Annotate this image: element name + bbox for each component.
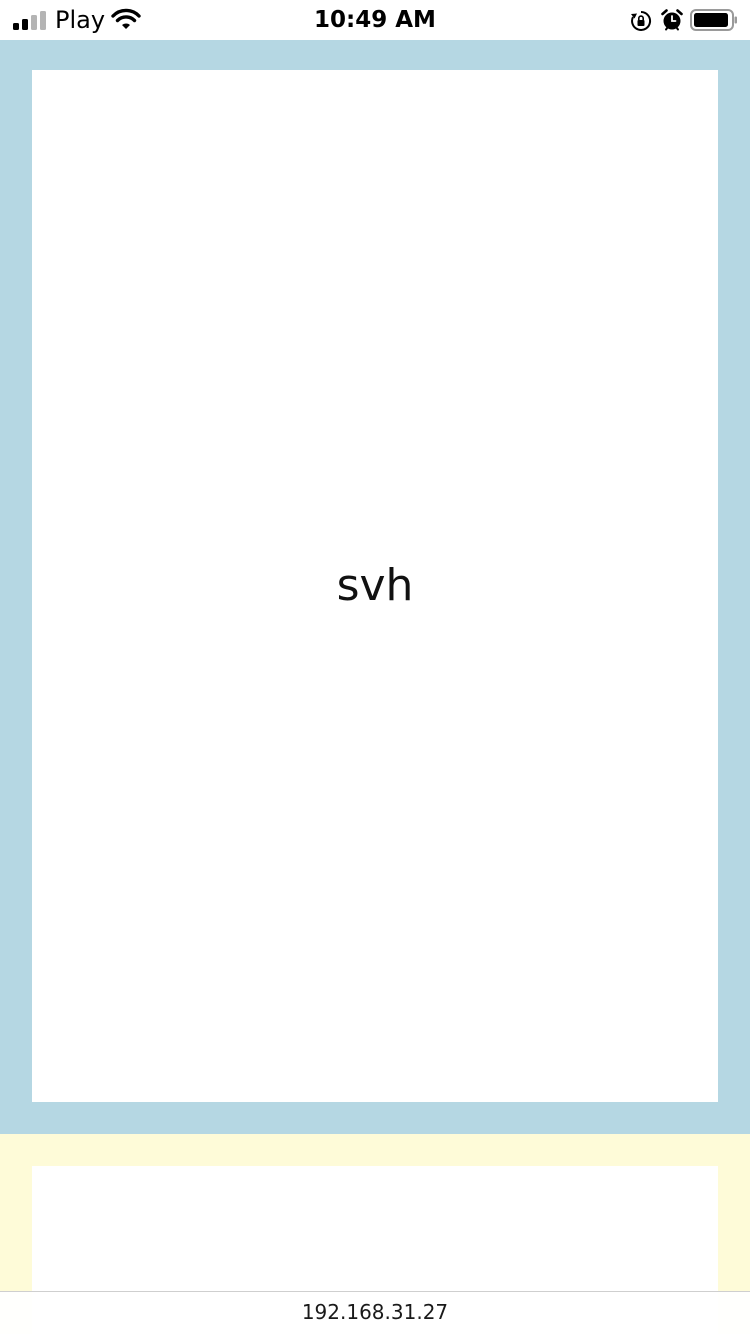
status-bar: Play 10:49 AM: [0, 0, 750, 40]
svh-section: svh: [0, 40, 750, 1134]
battery-icon: [690, 9, 737, 31]
rotation-lock-icon: [631, 10, 652, 31]
url-address[interactable]: 192.168.31.27: [302, 1300, 448, 1324]
phone-screen: Play 10:49 AM svh 192.168.31.27: [0, 0, 750, 1334]
svh-label: svh: [336, 560, 414, 611]
svh-box: svh: [32, 70, 718, 1102]
browser-url-bar[interactable]: 192.168.31.27: [0, 1291, 750, 1334]
alarm-icon: [661, 9, 683, 31]
